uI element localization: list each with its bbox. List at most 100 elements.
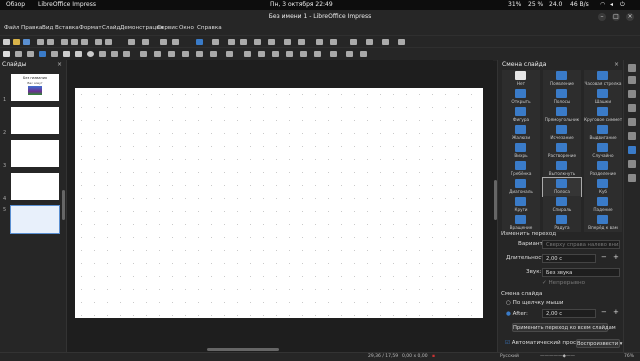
language[interactable]: Русский	[500, 354, 519, 359]
speaker-icon[interactable]: ◂	[610, 1, 613, 8]
clock[interactable]: Пн, 3 октября 22:49	[270, 1, 333, 8]
transition-tile[interactable]: Выдвигание	[584, 124, 622, 142]
menu-window[interactable]: Окно	[179, 25, 194, 31]
fontwork-icon[interactable]	[298, 39, 305, 45]
zoom-level[interactable]: 76%	[624, 354, 634, 359]
crop-icon[interactable]	[314, 51, 321, 57]
master-slides-icon[interactable]	[628, 90, 636, 98]
image-icon[interactable]	[228, 39, 235, 45]
menu-file[interactable]: Файл	[4, 25, 19, 31]
ellipse-icon[interactable]	[87, 51, 94, 57]
chart-icon[interactable]	[254, 39, 261, 45]
close-icon[interactable]: ×	[626, 13, 634, 21]
transition-tile[interactable]: Диагональ	[502, 178, 540, 196]
slide-thumbnail-4[interactable]	[11, 173, 59, 200]
line-icon[interactable]	[63, 51, 70, 57]
transition-tile[interactable]: Вперёд к вам	[584, 214, 622, 232]
paste-icon[interactable]	[81, 39, 88, 45]
cut-icon[interactable]	[61, 39, 68, 45]
arrow-icon[interactable]	[99, 51, 106, 57]
slide-thumbnail-5[interactable]	[10, 205, 60, 234]
variant-select[interactable]: Сверху справа налево вниз	[542, 240, 620, 249]
after-time-field[interactable]: 2,00 с	[542, 309, 596, 318]
zoom-slider[interactable]: —————◆——	[540, 354, 575, 359]
transition-tile[interactable]: Радуга	[543, 214, 581, 232]
duration-increase-button[interactable]: +	[613, 253, 619, 261]
select-icon[interactable]	[3, 51, 10, 57]
horizontal-scrollbar[interactable]	[207, 348, 279, 351]
app-menu[interactable]: LibreOffice Impress	[38, 1, 96, 8]
transition-tile[interactable]: Исчезание	[543, 124, 581, 142]
transition-tile[interactable]: Случайно	[584, 142, 622, 160]
align-icon[interactable]	[258, 51, 265, 57]
play-button[interactable]: Воспроизвести ▾	[576, 339, 622, 348]
textbox-icon[interactable]	[268, 39, 275, 45]
rotate-icon[interactable]	[244, 51, 251, 57]
styles-icon[interactable]	[628, 160, 636, 168]
menu-format[interactable]: Формат	[79, 25, 102, 31]
menu-tools[interactable]: Сервис	[157, 25, 178, 31]
menu-insert[interactable]: Вставка	[55, 25, 79, 31]
after-radio[interactable]: ● After:	[506, 311, 528, 317]
sound-select[interactable]: Без звука	[542, 268, 620, 277]
stars-icon[interactable]	[210, 51, 217, 57]
menu-edit[interactable]: Правка	[21, 25, 42, 31]
copy-icon[interactable]	[71, 39, 78, 45]
transition-tile[interactable]: Фигура	[502, 106, 540, 124]
animation-icon[interactable]	[330, 39, 337, 45]
maximize-icon[interactable]: □	[612, 13, 620, 21]
transition-tile[interactable]: Вихрь	[502, 142, 540, 160]
transition-tile[interactable]: Куб	[584, 178, 622, 196]
redo-icon[interactable]	[142, 39, 149, 45]
save-icon[interactable]	[23, 39, 30, 45]
loop-checkbox[interactable]: ✓ Непрерывно	[542, 280, 585, 286]
connector-icon[interactable]	[123, 51, 130, 57]
transition-tile[interactable]: Часовая стрелка	[584, 70, 622, 88]
menu-help[interactable]: Справка	[197, 25, 222, 31]
transition-tile[interactable]: Растворение	[543, 142, 581, 160]
3d-objects-icon[interactable]	[226, 51, 233, 57]
distribute-icon[interactable]	[286, 51, 293, 57]
text-icon[interactable]	[27, 51, 34, 57]
hyperlink-icon[interactable]	[316, 39, 323, 45]
rectangle-icon[interactable]	[75, 51, 82, 57]
callouts-icon[interactable]	[196, 51, 203, 57]
minimize-icon[interactable]: –	[598, 13, 606, 21]
transition-tile[interactable]: Гребёнка	[502, 160, 540, 178]
menu-icon[interactable]	[628, 64, 636, 72]
transition-tile[interactable]: Круговое симметричное	[584, 106, 622, 124]
export-icon[interactable]	[37, 39, 44, 45]
wifi-icon[interactable]: ◠	[600, 1, 605, 8]
media-icon[interactable]	[240, 39, 247, 45]
transition-tile[interactable]: Полоса	[542, 177, 582, 197]
zoom-icon[interactable]	[15, 51, 22, 57]
document-modified-icon[interactable]: ▪	[432, 354, 435, 359]
glue-icon[interactable]	[360, 51, 367, 57]
transition-tile[interactable]: Полосы	[543, 88, 581, 106]
menu-slide[interactable]: Слайд	[102, 25, 120, 31]
slide-thumbnail-1[interactable]: Без названия Вас зовут	[11, 74, 59, 101]
transition-tile[interactable]: Падение	[584, 196, 622, 214]
transition-tile[interactable]: Разделение	[584, 160, 622, 178]
filter-icon[interactable]	[330, 51, 337, 57]
shapes-icon[interactable]	[628, 174, 636, 182]
open-icon[interactable]	[13, 39, 20, 45]
close-icon[interactable]: ×	[57, 61, 62, 68]
slides-scrollbar[interactable]	[62, 190, 65, 220]
fill-color-icon[interactable]	[39, 51, 46, 57]
slide-canvas[interactable]	[75, 88, 483, 318]
menu-view[interactable]: Вид	[42, 25, 53, 31]
battery-status[interactable]: 31%	[508, 1, 521, 8]
curve-icon[interactable]	[111, 51, 118, 57]
undo-icon[interactable]	[128, 39, 135, 45]
display-grid-icon[interactable]	[196, 39, 203, 45]
print-icon[interactable]	[47, 39, 54, 45]
transition-tile[interactable]: Спираль	[543, 196, 581, 214]
flowchart-icon[interactable]	[182, 51, 189, 57]
display-views-icon[interactable]	[350, 39, 357, 45]
shadow-icon[interactable]	[300, 51, 307, 57]
transition-tile[interactable]: Открыть	[502, 88, 540, 106]
arrange-icon[interactable]	[272, 51, 279, 57]
transition-tile[interactable]: Круги	[502, 196, 540, 214]
gallery-icon[interactable]	[628, 118, 636, 126]
